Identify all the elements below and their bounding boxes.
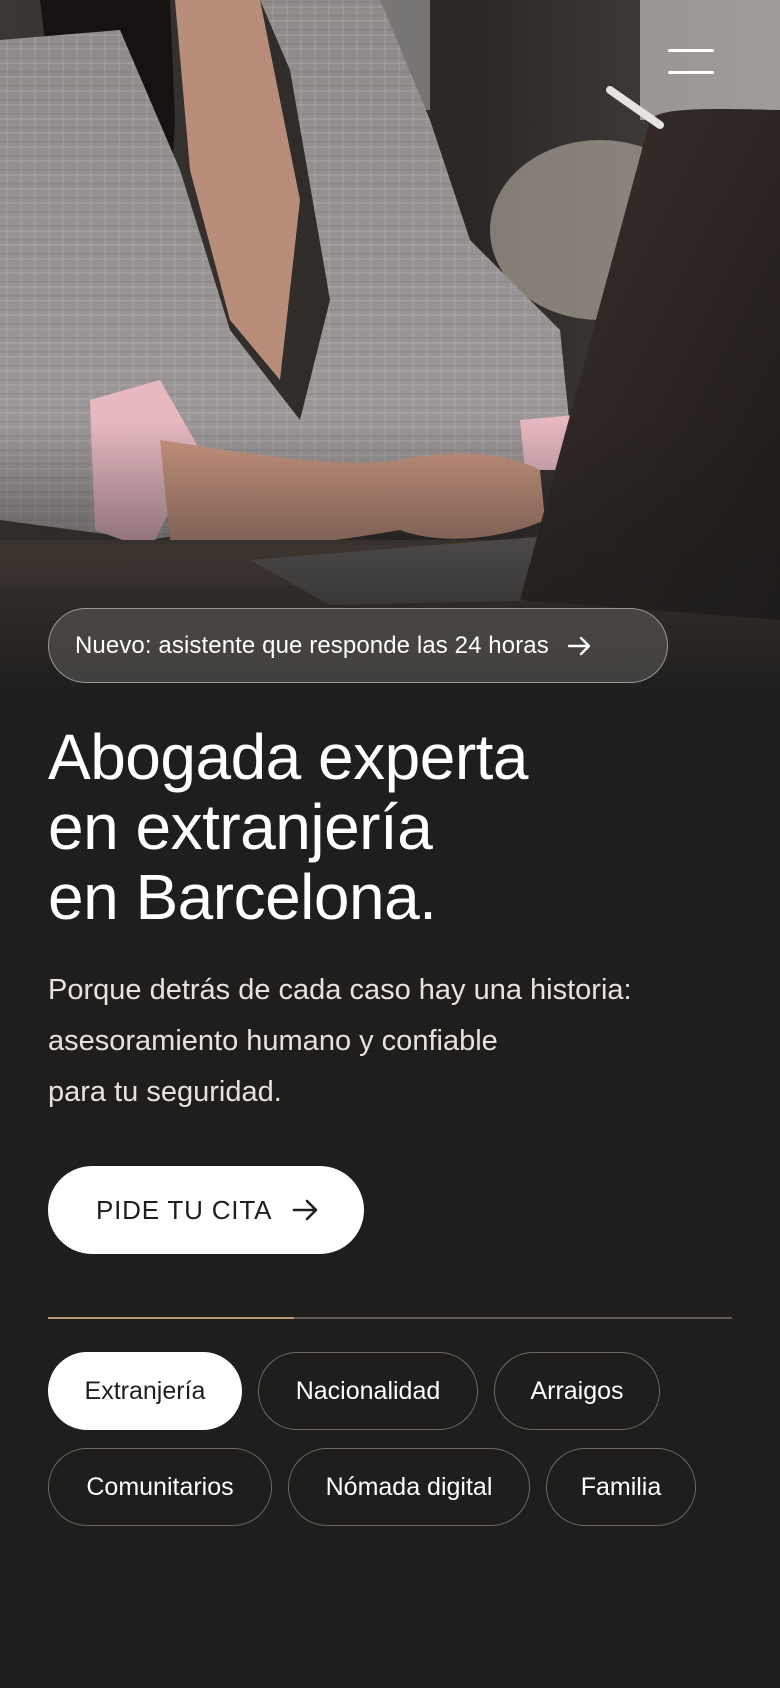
title-line: en extranjería xyxy=(48,791,433,863)
tab-arraigos[interactable]: Arraigos xyxy=(494,1352,660,1430)
tab-comunitarios[interactable]: Comunitarios xyxy=(48,1448,272,1526)
hamburger-menu-icon-line xyxy=(668,71,714,74)
title-line: Abogada experta xyxy=(48,721,529,793)
book-appointment-button[interactable]: PIDE TU CITA xyxy=(48,1166,364,1254)
tab-familia[interactable]: Familia xyxy=(546,1448,696,1526)
tab-nacionalidad[interactable]: Nacionalidad xyxy=(258,1352,478,1430)
services-progress-fill xyxy=(48,1317,295,1319)
cta-label: PIDE TU CITA xyxy=(96,1194,273,1225)
hamburger-menu-icon xyxy=(668,49,714,52)
hero-subtitle: Porque detrás de cada caso hay una histo… xyxy=(48,965,632,1118)
tab-extranjeria[interactable]: Extranjería xyxy=(48,1352,242,1430)
services-progress-track xyxy=(48,1317,732,1319)
announcement-pill[interactable]: Nuevo: asistente que responde las 24 hor… xyxy=(48,608,668,683)
arrow-right-icon xyxy=(292,1199,318,1221)
tab-nomada-digital[interactable]: Nómada digital xyxy=(288,1448,530,1526)
woman-typing-on-laptop-photo xyxy=(0,0,780,700)
announcement-text: Nuevo: asistente que responde las 24 hor… xyxy=(75,631,549,659)
hero-photo xyxy=(0,0,780,700)
subtitle-line: para tu seguridad. xyxy=(48,1076,282,1108)
page-title: Abogada experta en extranjería en Barcel… xyxy=(48,721,529,933)
subtitle-line: Porque detrás de cada caso hay una histo… xyxy=(48,974,632,1006)
menu-button[interactable] xyxy=(662,42,718,78)
subtitle-line: asesoramiento humano y confiable xyxy=(48,1025,498,1057)
title-line: en Barcelona. xyxy=(48,861,437,933)
arrow-right-icon xyxy=(567,636,591,655)
